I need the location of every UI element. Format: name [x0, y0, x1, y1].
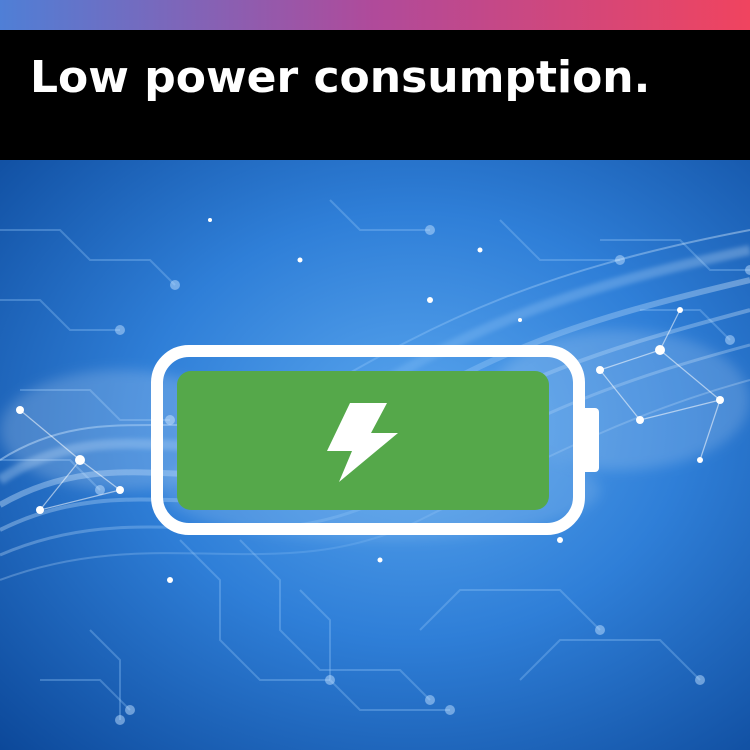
promo-tile: Low power consumption. — [0, 0, 750, 750]
circuit-background — [0, 160, 750, 750]
battery-terminal — [581, 408, 599, 472]
battery-icon — [151, 345, 599, 535]
page-title: Low power consumption. — [30, 52, 651, 103]
background-illustration — [0, 160, 750, 750]
gradient-accent-bar — [0, 0, 750, 30]
